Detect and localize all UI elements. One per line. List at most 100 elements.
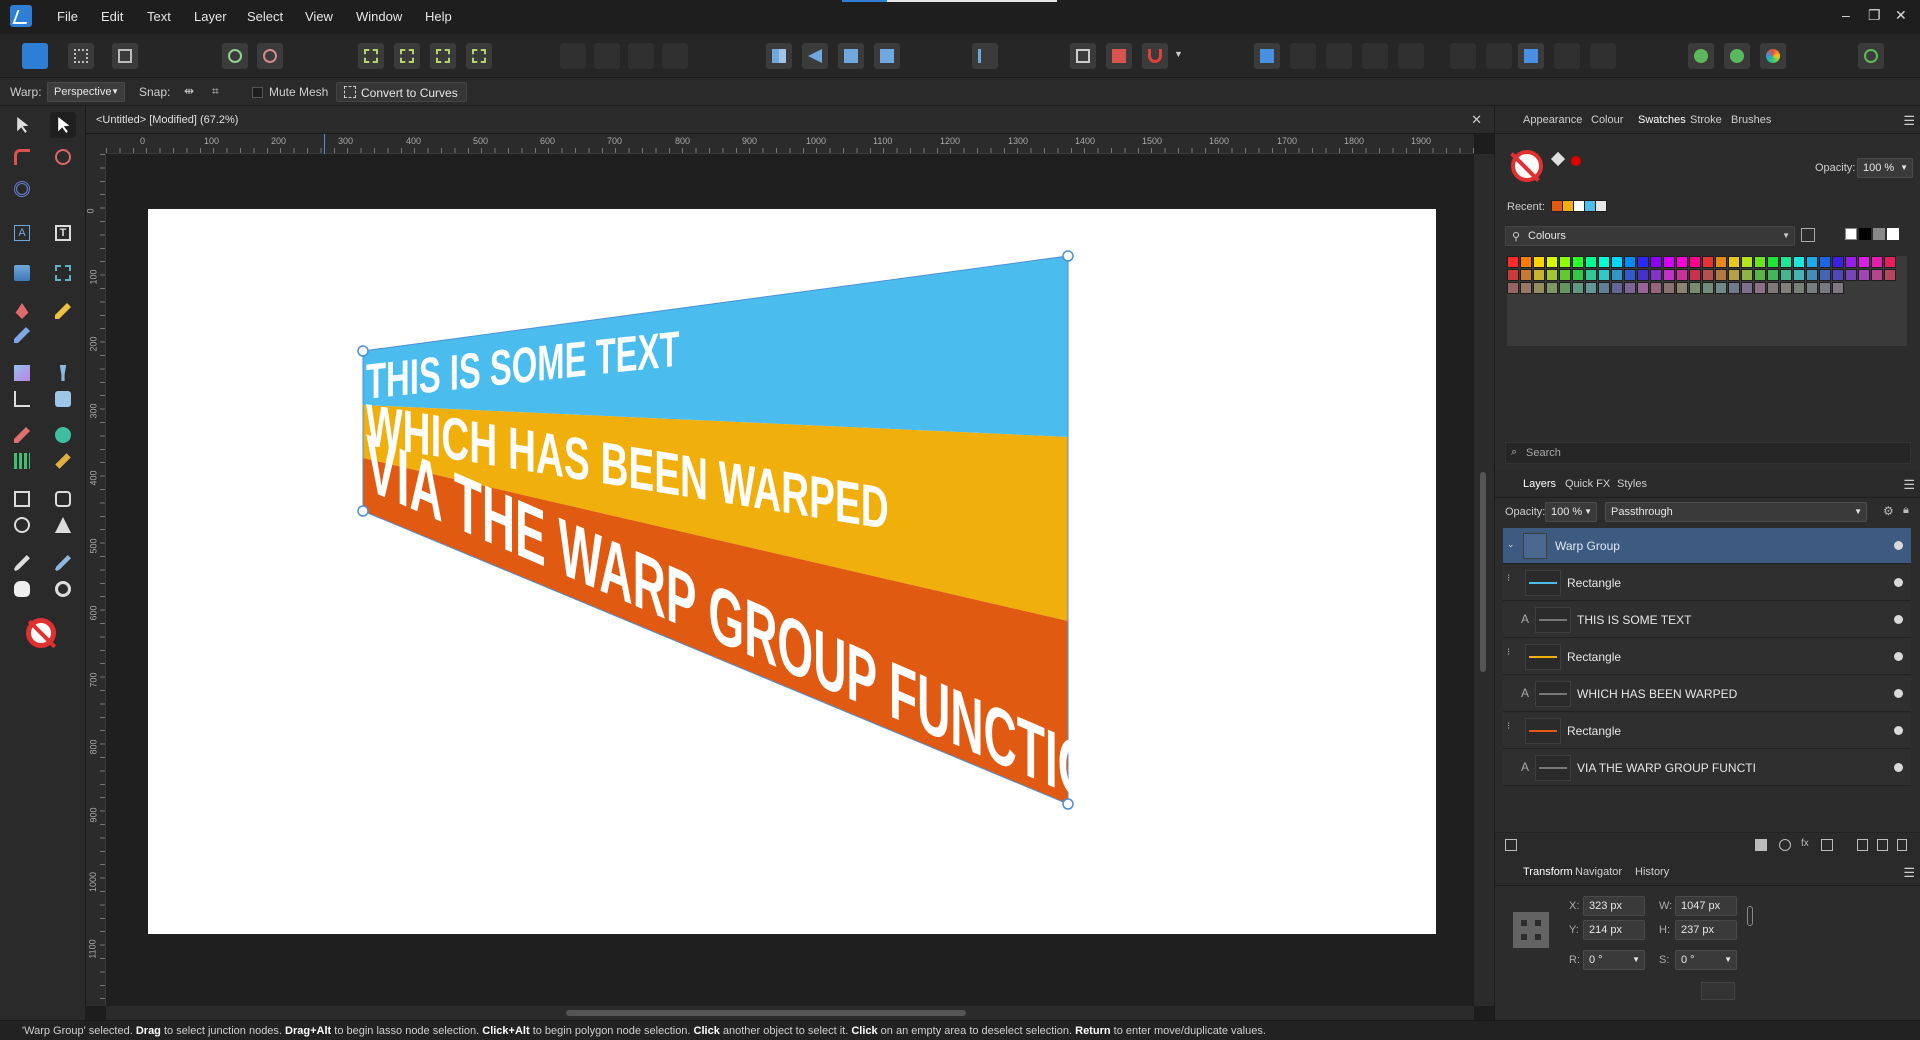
tab-navigator[interactable]: Navigator <box>1575 866 1622 878</box>
visibility-dot-icon[interactable] <box>1894 541 1903 550</box>
color-picker-icon[interactable] <box>1760 43 1786 69</box>
palette-swatch[interactable] <box>1689 282 1701 294</box>
studio-preset-icon[interactable] <box>1724 43 1750 69</box>
grey-swatch[interactable] <box>1873 228 1885 240</box>
pen-tool-icon[interactable] <box>9 298 35 324</box>
palette-swatch[interactable] <box>1676 256 1688 268</box>
menu-window[interactable]: Window <box>356 9 402 24</box>
palette-swatch[interactable] <box>1858 256 1870 268</box>
arrange-forward-icon[interactable] <box>628 43 654 69</box>
trash-icon[interactable] <box>1897 839 1907 851</box>
minimize-button[interactable]: – <box>1842 7 1850 23</box>
layer-opacity-field[interactable]: 100 % ▼ <box>1545 502 1597 522</box>
pixel-brush-tool-icon[interactable] <box>9 422 35 448</box>
live-filter-icon[interactable] <box>1821 839 1833 851</box>
palette-swatch[interactable] <box>1715 269 1727 281</box>
visibility-dot-icon[interactable] <box>1894 578 1903 587</box>
palette-swatch[interactable] <box>1611 256 1623 268</box>
transform-options-button[interactable] <box>1701 982 1735 1000</box>
palette-swatch[interactable] <box>1702 256 1714 268</box>
vertical-scroll-thumb[interactable] <box>1480 472 1486 672</box>
tab-history[interactable]: History <box>1635 866 1669 878</box>
select-all-icon[interactable] <box>394 43 420 69</box>
palette-options-icon[interactable] <box>1801 228 1815 242</box>
palette-swatch[interactable] <box>1871 269 1883 281</box>
menu-view[interactable]: View <box>305 9 333 24</box>
palette-swatch[interactable] <box>1754 282 1766 294</box>
point-transform-tool-icon[interactable] <box>50 144 76 170</box>
rectangle-tool-icon[interactable] <box>9 486 35 512</box>
swatch-search-box[interactable]: ⌕ Search <box>1505 442 1911 464</box>
vector-brush-tool-icon[interactable] <box>9 322 35 348</box>
restore-button[interactable]: ❐ <box>1868 7 1881 24</box>
group-layer-icon[interactable] <box>1877 839 1888 851</box>
palette-swatch[interactable] <box>1819 256 1831 268</box>
palette-swatch[interactable] <box>1572 269 1584 281</box>
current-color-dot[interactable] <box>1571 156 1581 166</box>
tab-stroke[interactable]: Stroke <box>1690 114 1722 126</box>
palette-swatch[interactable] <box>1871 256 1883 268</box>
arrange-front-icon[interactable] <box>662 43 688 69</box>
palette-swatch[interactable] <box>1624 269 1636 281</box>
insert-inside-icon[interactable] <box>1486 43 1512 69</box>
palette-swatch[interactable] <box>1650 282 1662 294</box>
visibility-dot-icon[interactable] <box>1894 726 1903 735</box>
palette-swatch[interactable] <box>1728 282 1740 294</box>
palette-swatch[interactable] <box>1689 256 1701 268</box>
pencil-tool-icon[interactable] <box>50 298 76 324</box>
blend-mode-dropdown[interactable]: Passthrough ▼ <box>1605 502 1867 522</box>
palette-swatch[interactable] <box>1546 256 1558 268</box>
palette-swatch[interactable] <box>1715 256 1727 268</box>
palette-swatch[interactable] <box>1650 256 1662 268</box>
gear-icon[interactable]: ⚙ <box>1883 504 1894 518</box>
palette-swatch[interactable] <box>1793 256 1805 268</box>
palette-swatch[interactable] <box>1559 282 1571 294</box>
recent-swatch[interactable] <box>1595 200 1607 212</box>
mask-icon[interactable] <box>1755 839 1767 851</box>
snapping-dropdown-chevron-icon[interactable]: ▼ <box>1174 49 1183 59</box>
layer-row-text-2[interactable]: A WHICH HAS BEEN WARPED <box>1503 676 1911 712</box>
palette-swatch[interactable] <box>1767 269 1779 281</box>
arrange-backward-icon[interactable] <box>594 43 620 69</box>
palette-swatch[interactable] <box>1637 256 1649 268</box>
panel-menu-icon[interactable]: ☰ <box>1903 477 1915 493</box>
palette-swatch[interactable] <box>1650 269 1662 281</box>
vector-crop-tool-icon[interactable] <box>50 260 76 286</box>
zoom-tool-icon[interactable] <box>50 576 76 602</box>
palette-swatch[interactable] <box>1806 256 1818 268</box>
warp-handle-top-left[interactable] <box>357 345 369 357</box>
adjustment-icon[interactable] <box>1779 839 1791 851</box>
artistic-text-tool-icon[interactable]: A <box>9 220 35 246</box>
palette-swatch[interactable] <box>1520 282 1532 294</box>
tab-transform[interactable]: Transform <box>1523 866 1573 878</box>
insert-behind-icon[interactable] <box>1450 43 1476 69</box>
assistant-icon[interactable] <box>1688 43 1714 69</box>
palette-swatch[interactable] <box>1585 269 1597 281</box>
palette-swatch[interactable] <box>1832 256 1844 268</box>
palette-swatch[interactable] <box>1819 269 1831 281</box>
menu-select[interactable]: Select <box>247 9 283 24</box>
palette-swatch[interactable] <box>1715 282 1727 294</box>
layer-row-rectangle-3[interactable]: ⁝ Rectangle <box>1503 713 1911 749</box>
fx-icon[interactable]: fx <box>1801 838 1809 849</box>
eyedropper-icon[interactable] <box>1550 151 1566 167</box>
palette-swatch[interactable] <box>1585 256 1597 268</box>
menu-layer[interactable]: Layer <box>194 9 227 24</box>
palette-swatch[interactable] <box>1663 282 1675 294</box>
designer-persona-icon[interactable] <box>22 43 48 69</box>
rotate-left-icon[interactable] <box>838 43 864 69</box>
pixel-persona-icon[interactable] <box>68 43 94 69</box>
horizontal-ruler[interactable]: 0 100 200 300 400 500 600 700 800 900 10… <box>106 134 1474 154</box>
insert-target-icon[interactable] <box>1518 43 1544 69</box>
palette-swatch[interactable] <box>1559 269 1571 281</box>
layers-options-icon[interactable] <box>1505 839 1517 851</box>
panel-menu-icon[interactable]: ☰ <box>1903 865 1915 881</box>
visibility-dot-icon[interactable] <box>1894 652 1903 661</box>
palette-swatch[interactable] <box>1741 269 1753 281</box>
palette-swatch[interactable] <box>1598 282 1610 294</box>
palette-swatch[interactable] <box>1728 256 1740 268</box>
lock-icon[interactable]: 🔒︎ <box>1903 504 1909 517</box>
menu-edit[interactable]: Edit <box>101 9 123 24</box>
palette-swatch[interactable] <box>1780 256 1792 268</box>
close-document-icon[interactable]: ✕ <box>1471 112 1482 128</box>
